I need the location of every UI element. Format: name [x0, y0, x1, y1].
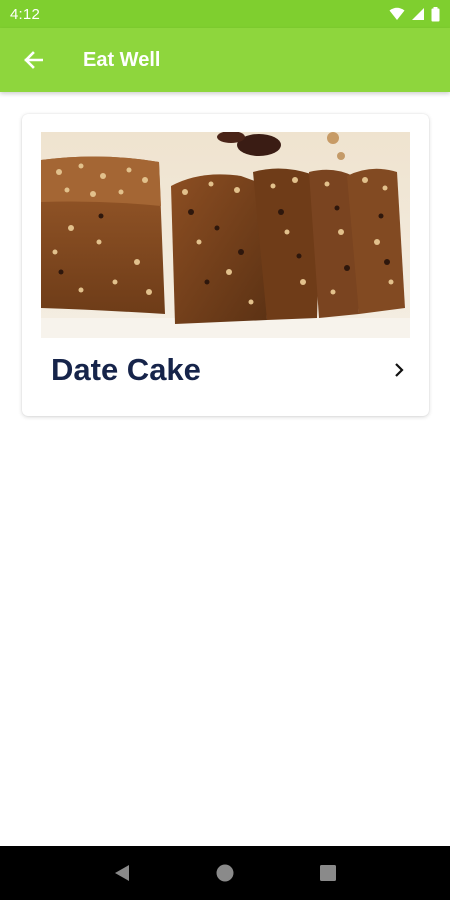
chevron-right-icon[interactable] — [389, 360, 409, 380]
page-title: Eat Well — [83, 48, 161, 71]
system-nav-bar — [0, 846, 450, 900]
battery-icon — [431, 6, 440, 21]
signal-icon — [412, 8, 424, 20]
recents-square-icon — [320, 865, 337, 881]
back-button[interactable] — [5, 28, 61, 92]
status-bar: 4:12 — [0, 0, 450, 28]
status-time: 4:12 — [10, 5, 40, 23]
home-circle-icon — [216, 864, 234, 882]
nav-recents-button[interactable] — [308, 853, 348, 893]
recipe-card[interactable]: Date Cake — [22, 114, 429, 416]
recipe-image — [41, 132, 410, 338]
recipe-title: Date Cake — [51, 352, 201, 387]
nav-back-button[interactable] — [102, 853, 142, 893]
nav-home-button[interactable] — [205, 853, 245, 893]
wifi-icon — [389, 7, 405, 20]
status-icons — [389, 6, 440, 22]
app-bar: Eat Well — [0, 28, 450, 92]
back-triangle-icon — [114, 865, 129, 881]
arrow-left-icon — [24, 51, 43, 69]
